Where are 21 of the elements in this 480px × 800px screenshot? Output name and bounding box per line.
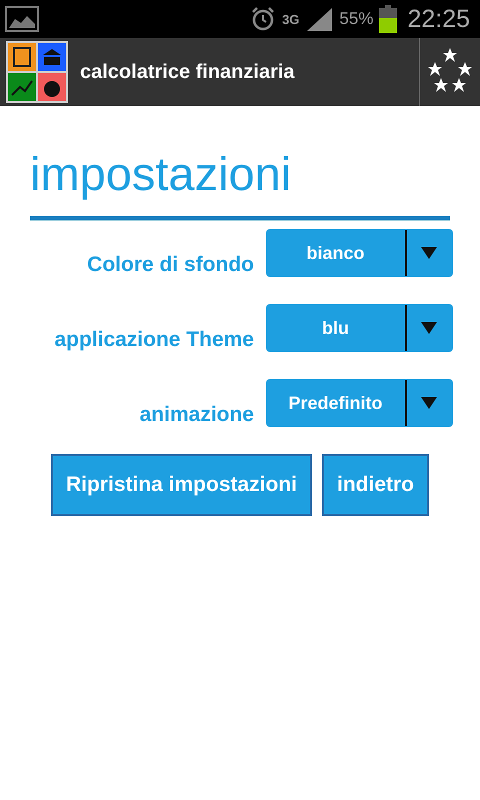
dropdown-arrow-icon	[421, 322, 437, 334]
dropdown[interactable]: Predefinito	[266, 379, 453, 427]
setting-label: animazione	[140, 403, 254, 427]
image-icon	[5, 6, 39, 32]
app-logo-icon	[6, 41, 68, 103]
dropdown[interactable]: blu	[266, 304, 453, 352]
network-label: 3G	[282, 12, 300, 26]
page-heading: impostazioni	[30, 146, 292, 202]
dropdown-arrow-icon	[421, 397, 437, 409]
action-button[interactable]: indietro	[322, 454, 430, 516]
battery-icon	[379, 5, 398, 33]
dropdown[interactable]: bianco	[266, 229, 453, 277]
setting-label: Colore di sfondo	[87, 253, 254, 277]
clock-time: 22:25	[407, 4, 470, 34]
app-title: calcolatrice finanziaria	[80, 60, 296, 84]
battery-percent: 55%	[339, 9, 374, 29]
setting-label: applicazione Theme	[54, 328, 254, 352]
alarm-icon	[250, 6, 276, 32]
signal-icon	[305, 6, 334, 32]
dropdown-arrow-icon	[421, 247, 437, 259]
action-button[interactable]: Ripristina impostazioni	[50, 454, 312, 516]
